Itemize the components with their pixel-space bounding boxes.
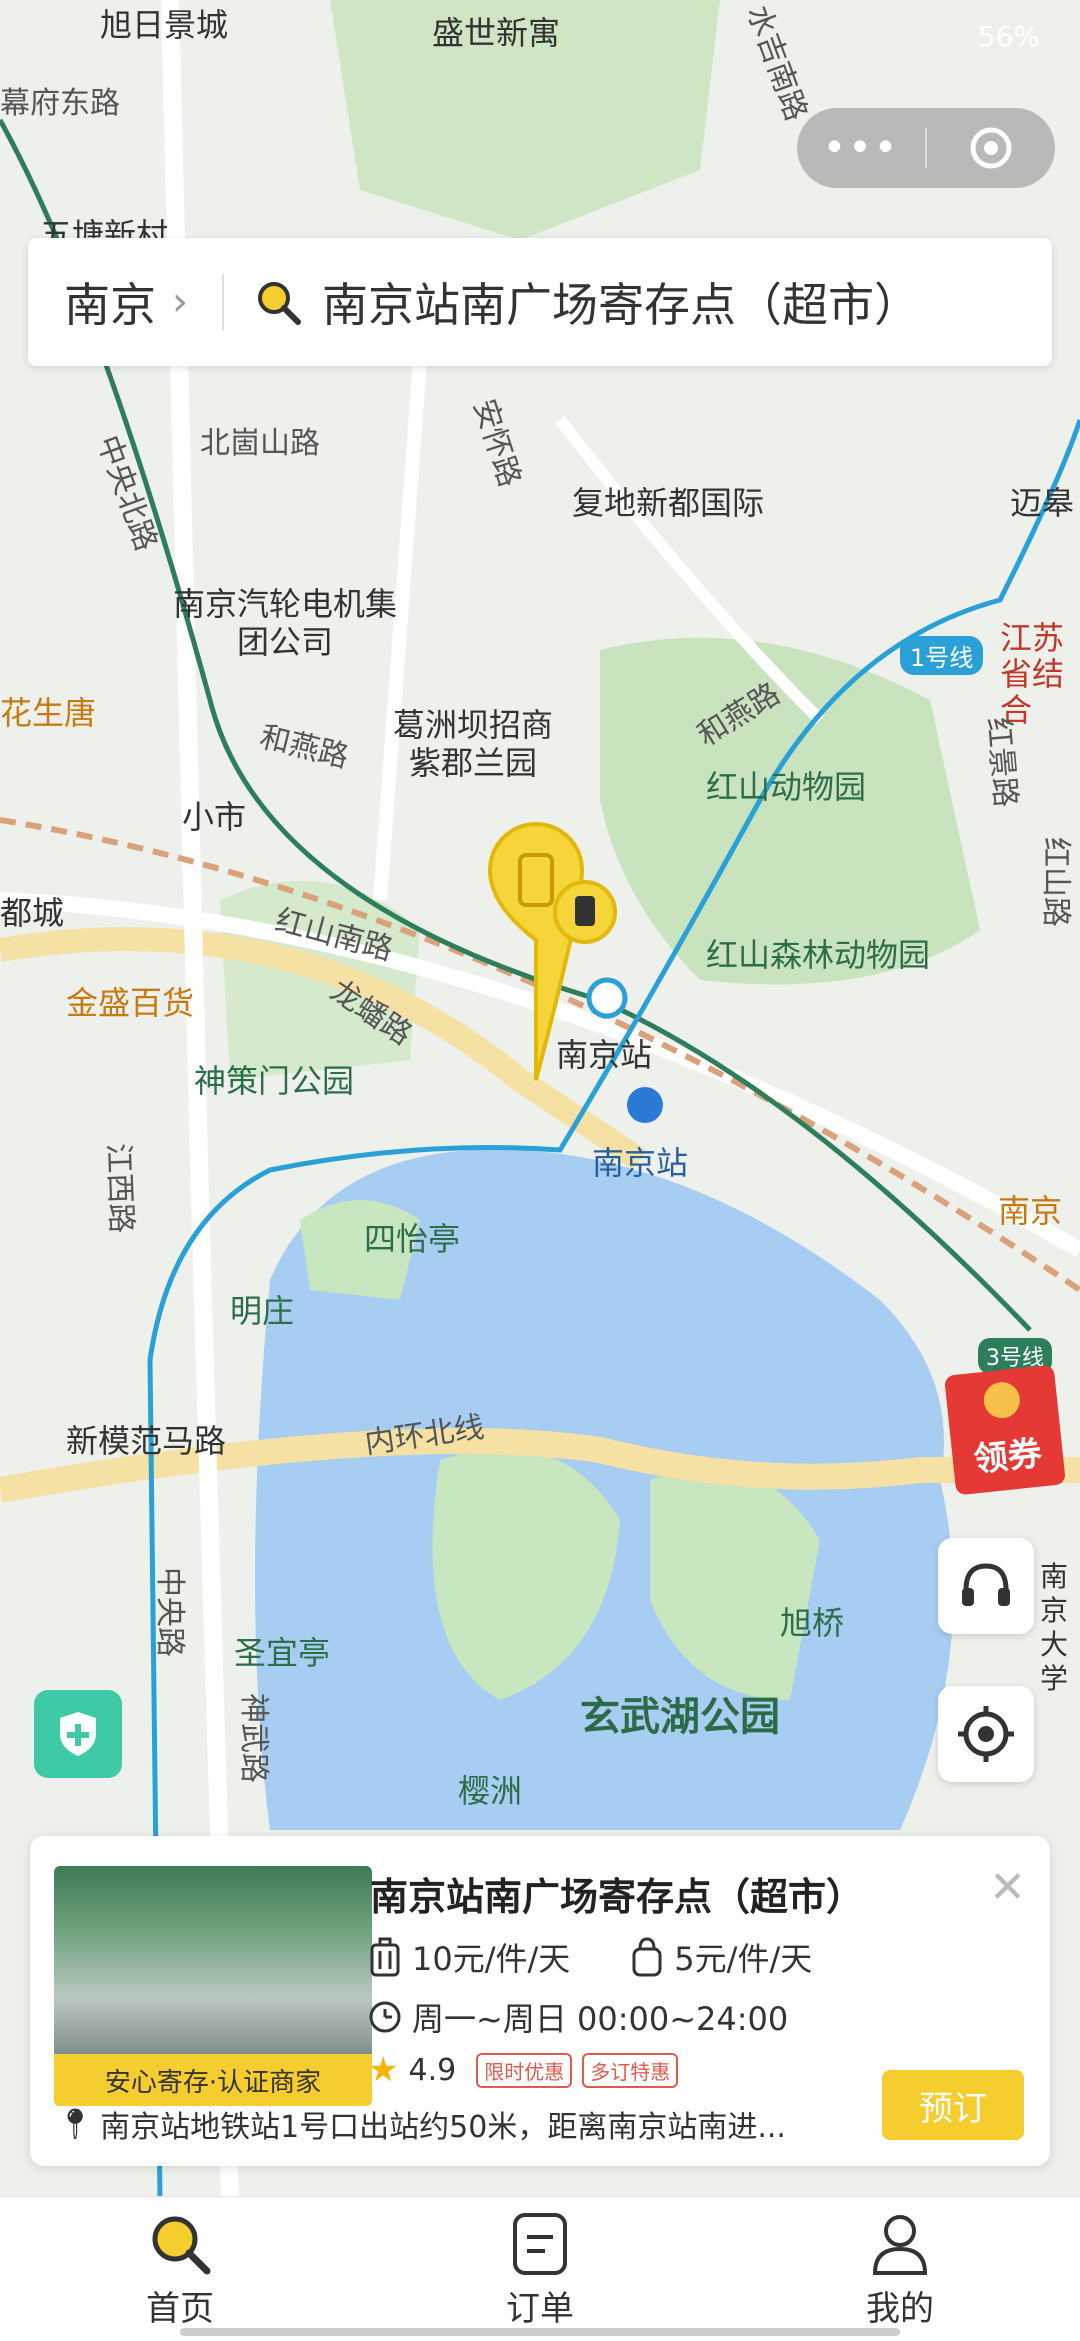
certified-tag: 安心寄存·认证商家 bbox=[54, 2054, 372, 2106]
store-name: 南京站南广场寄存点（超市） bbox=[370, 1875, 865, 1919]
map-label: 幕府东路 bbox=[0, 86, 120, 121]
rating-value: 4.9 bbox=[408, 2052, 457, 2088]
map-label: 红山森林动物园 bbox=[706, 936, 931, 974]
map-label: 神策门公园 bbox=[194, 1062, 355, 1100]
close-icon[interactable]: ✕ bbox=[989, 1862, 1026, 1913]
city-selector[interactable]: 南京 bbox=[64, 269, 156, 335]
map-label: 神武路 bbox=[236, 1693, 271, 1783]
book-button[interactable]: 预订 bbox=[882, 2070, 1024, 2140]
more-dots-icon: ••• bbox=[822, 125, 900, 171]
promo-badge: 多订特惠 bbox=[582, 2052, 679, 2088]
map-label: 明庄 bbox=[230, 1292, 295, 1330]
location-pin-icon: 📍︎ bbox=[56, 2106, 95, 2142]
coupon-button[interactable]: 领券 bbox=[944, 1364, 1066, 1496]
user-icon bbox=[872, 2214, 928, 2275]
address-row: 📍︎ 南京站地铁站1号口出站约50米，距离南京站南进... bbox=[56, 2102, 786, 2146]
map-label: 盛世新寓 bbox=[432, 14, 561, 52]
metro-line-badge: 1号线 bbox=[900, 636, 984, 675]
map-label: 北崮山路 bbox=[200, 426, 320, 461]
bag-icon bbox=[632, 1937, 662, 1977]
price-large: 10元/件/天 bbox=[412, 1940, 571, 1978]
tab-label: 首页 bbox=[146, 2288, 214, 2329]
locate-button[interactable] bbox=[938, 1686, 1034, 1782]
chevron-right-icon[interactable]: › bbox=[172, 279, 188, 325]
safety-button[interactable] bbox=[34, 1690, 122, 1778]
price-row: 10元/件/天 5元/件/天 bbox=[368, 1934, 812, 1980]
map-label: 葛洲坝招商紫郡兰园 bbox=[392, 706, 553, 782]
map-label: 迈皋 bbox=[1010, 484, 1075, 522]
store-card[interactable]: 安心寄存·认证商家 南京站南广场寄存点（超市） ✕ 10元/件/天 5元/件/天… bbox=[30, 1836, 1050, 2166]
map-label: 南京站 bbox=[592, 1144, 689, 1182]
star-icon: ★ bbox=[368, 2050, 399, 2090]
tab-label: 订单 bbox=[506, 2288, 574, 2329]
search-icon bbox=[152, 2216, 211, 2274]
coupon-label: 领券 bbox=[971, 1433, 1044, 1481]
map-label: 都城 bbox=[0, 894, 65, 932]
promo-badge: 限时优惠 bbox=[476, 2052, 573, 2088]
hours-row: 周一~周日 00:00~24:00 bbox=[368, 1994, 788, 2040]
map-label: 江西路 bbox=[100, 1142, 139, 1234]
map-label: 江苏省结合 bbox=[1000, 619, 1065, 729]
more-button[interactable]: ••• bbox=[797, 108, 925, 188]
coin-icon bbox=[982, 1380, 1022, 1420]
suitcase-icon bbox=[370, 1937, 400, 1977]
map-label: 旭日景城 bbox=[100, 6, 229, 44]
tab-orders[interactable]: 订单 bbox=[360, 2197, 720, 2341]
home-indicator bbox=[180, 2328, 900, 2336]
map-label: 红山路 bbox=[1038, 837, 1073, 927]
tab-home[interactable]: 首页 bbox=[0, 2197, 360, 2341]
close-miniapp-button[interactable] bbox=[927, 108, 1055, 188]
order-list-icon bbox=[513, 2212, 567, 2275]
map-label: 复地新都国际 bbox=[572, 484, 765, 522]
map-label: 旭桥 bbox=[780, 1604, 845, 1642]
battery-indicator: 56% bbox=[977, 20, 1040, 53]
map-label: 四怡亭 bbox=[364, 1220, 461, 1258]
rating-row: ★ 4.9 限时优惠 多订特惠 bbox=[368, 2050, 679, 2090]
tab-label: 我的 bbox=[866, 2288, 934, 2329]
store-photo: 安心寄存·认证商家 bbox=[54, 1866, 372, 2106]
map-label: 南京 bbox=[998, 1192, 1063, 1230]
map-label: 圣宜亭 bbox=[234, 1634, 331, 1672]
price-small: 5元/件/天 bbox=[674, 1940, 813, 1978]
customer-service-button[interactable] bbox=[938, 1538, 1034, 1634]
headset-icon bbox=[962, 1563, 1010, 1606]
search-input[interactable]: 南京站南广场寄存点（超市） bbox=[322, 269, 920, 335]
map-label: 红景路 bbox=[980, 715, 1023, 809]
map-label: 樱洲 bbox=[458, 1772, 523, 1810]
opening-hours: 周一~周日 00:00~24:00 bbox=[412, 2000, 789, 2038]
search-bar: 南京 › 南京站南广场寄存点（超市） bbox=[28, 238, 1052, 366]
tab-mine[interactable]: 我的 bbox=[720, 2197, 1080, 2341]
map-label: 玄武湖公园 bbox=[580, 1694, 780, 1740]
map-label: 南京站 bbox=[556, 1036, 653, 1074]
bottom-nav: 首页 订单 我的 bbox=[0, 2196, 1080, 2341]
map-label: 中央路 bbox=[152, 1567, 187, 1657]
map-label: 小市 bbox=[182, 798, 247, 836]
miniapp-capsule: ••• bbox=[797, 108, 1055, 188]
map-label: 南京大学 bbox=[1040, 1560, 1069, 1695]
map-label: 南京汽轮电机集团公司 bbox=[172, 585, 397, 661]
clock-icon bbox=[369, 2001, 401, 2033]
search-icon bbox=[258, 282, 301, 325]
map-label: 新模范马路 bbox=[66, 1422, 227, 1460]
shield-plus-icon bbox=[60, 1712, 96, 1756]
map-label: 花生唐 bbox=[0, 694, 97, 732]
map-label: 金盛百货 bbox=[66, 984, 195, 1022]
store-address: 南京站地铁站1号口出站约50米，距离南京站南进... bbox=[100, 2110, 786, 2145]
locate-icon bbox=[958, 1706, 1014, 1762]
map-label: 红山动物园 bbox=[706, 768, 867, 806]
target-ring-icon bbox=[970, 127, 1012, 169]
